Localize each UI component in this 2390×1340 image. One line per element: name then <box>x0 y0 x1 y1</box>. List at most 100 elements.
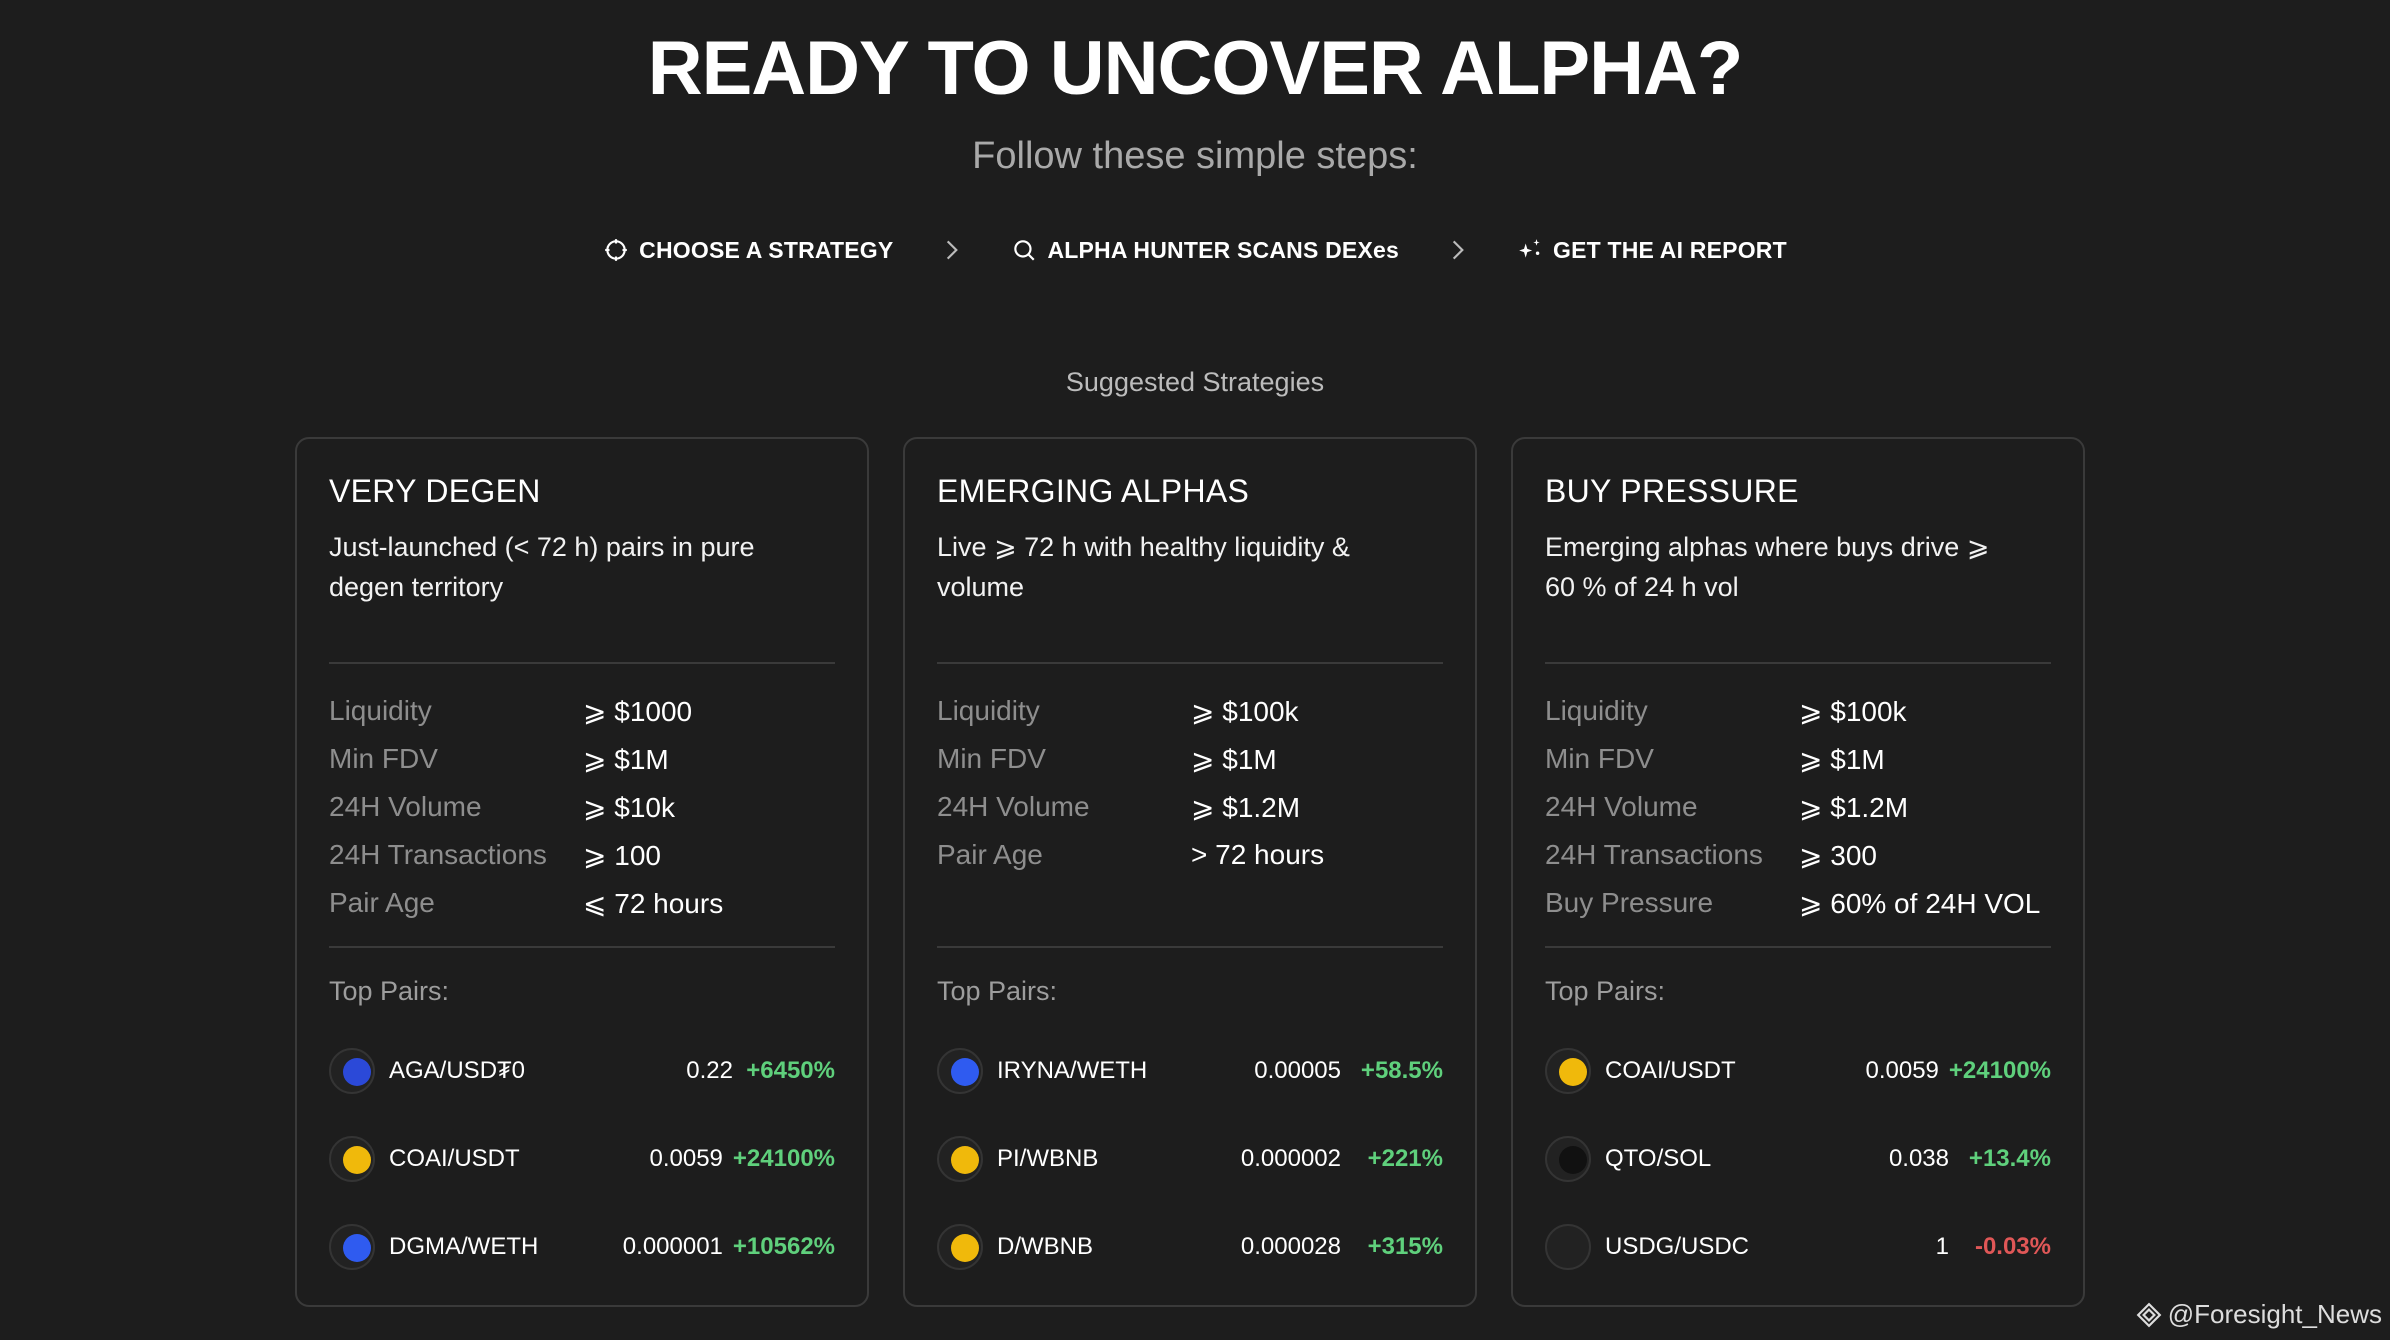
criteria-value: ⩾ $10k <box>583 791 675 823</box>
solana-token-icon <box>1558 1233 1587 1262</box>
pair-change: -0.03% <box>1974 1233 2051 1260</box>
criteria-row: 24H Transactions ⩾ 100 <box>329 831 835 879</box>
criteria-value: ⩾ $1M <box>1191 743 1277 775</box>
pair-price: 0.0059 <box>1865 1057 1939 1084</box>
criteria-row: 24H Volume ⩾ $10k <box>329 783 835 831</box>
criteria-row: 24H Volume ⩾ $1.2M <box>937 783 1443 831</box>
criteria-value: ⩾ $1.2M <box>1191 791 1301 823</box>
pair-change: +13.4% <box>1968 1145 2051 1172</box>
divider <box>937 946 1443 948</box>
pair-price: 0.000002 <box>1240 1145 1341 1172</box>
criteria-list: Liquidity ⩾ $1000 Min FDV ⩾ $1M 24H Volu… <box>329 687 835 927</box>
criteria-label: Liquidity <box>937 695 1040 726</box>
pair-name: DGMA/WETH <box>389 1233 539 1260</box>
criteria-value: ⩾ $1M <box>583 743 669 775</box>
pair-icon <box>937 1048 983 1094</box>
criteria-label: Min FDV <box>1545 743 1654 774</box>
strategy-cards: VERY DEGEN Just-launched (< 72 h) pairs i… <box>295 437 2086 1309</box>
pair-name: IRYNA/WETH <box>997 1057 1148 1084</box>
strategy-card-buy-pressure[interactable]: BUY PRESSURE Emerging alphas where buys d… <box>1511 437 2085 1307</box>
pair-row[interactable]: IRYNA/WETH 0.00005 +58.5% <box>937 1027 1443 1115</box>
card-title: EMERGING ALPHAS <box>937 473 1250 509</box>
criteria-row: Liquidity ⩾ $100k <box>937 687 1443 735</box>
pair-change: +315% <box>1367 1233 1443 1260</box>
pair-name: QTO/SOL <box>1605 1145 1712 1172</box>
card-description: Emerging alphas where buys drive ⩾ 60 % … <box>1545 532 1990 602</box>
pair-name: D/WBNB <box>997 1233 1093 1260</box>
pair-row[interactable]: USDG/USDC 1 -0.03% <box>1545 1203 2051 1291</box>
step-label: ALPHA HUNTER SCANS DEXes <box>1047 236 1399 263</box>
strategy-card-very-degen[interactable]: VERY DEGEN Just-launched (< 72 h) pairs i… <box>295 437 869 1307</box>
bnb-token-icon <box>342 1145 371 1174</box>
pair-row[interactable]: COAI/USDT 0.0059 +24100% <box>1545 1027 2051 1115</box>
top-pairs-label: Top Pairs: <box>1545 976 1666 1006</box>
pair-icon <box>1545 1048 1591 1094</box>
divider <box>329 662 835 664</box>
divider <box>1545 662 2051 664</box>
pair-icon <box>937 1224 983 1270</box>
chevron-right-icon <box>941 237 963 263</box>
search-icon <box>1014 240 1035 261</box>
criteria-value: ⩾ 300 <box>1799 839 1877 871</box>
base-token-icon <box>950 1057 979 1086</box>
page-title: READY TO UNCOVER ALPHA? <box>647 26 1744 111</box>
divider <box>329 946 835 948</box>
criteria-row: Pair Age ⩽ 72 hours <box>329 879 835 927</box>
pair-price: 0.00005 <box>1254 1057 1341 1084</box>
divider <box>1545 946 2051 948</box>
pair-name: COAI/USDT <box>1605 1057 1736 1084</box>
pair-row[interactable]: AGA/USD₮0 0.22 +6450% <box>329 1027 835 1115</box>
card-inner: EMERGING ALPHAS Live ⩾ 72 h with healthy … <box>937 439 1443 1305</box>
aga-token-icon <box>342 1057 371 1086</box>
strategy-card-emerging-alphas[interactable]: EMERGING ALPHAS Live ⩾ 72 h with healthy … <box>903 437 1477 1307</box>
criteria-row: 24H Transactions ⩾ 300 <box>1545 831 2051 879</box>
criteria-label: 24H Transactions <box>329 839 547 870</box>
criteria-row: Liquidity ⩾ $100k <box>1545 687 2051 735</box>
section-label: Suggested Strategies <box>1065 367 1325 397</box>
bnb-token-icon <box>950 1145 979 1174</box>
pair-change: +58.5% <box>1360 1057 1443 1084</box>
step-ai-report: GET THE AI REPORT <box>1517 237 1787 264</box>
card-inner: BUY PRESSURE Emerging alphas where buys d… <box>1545 439 2051 1305</box>
criteria-value: > 72 hours <box>1191 839 1325 870</box>
pair-change: +221% <box>1367 1145 1443 1172</box>
foresight-logo-icon <box>2136 1302 2162 1327</box>
criteria-label: Buy Pressure <box>1545 887 1714 918</box>
bnb-token-icon <box>950 1233 979 1262</box>
criteria-value: ⩾ 60% of 24H VOL <box>1799 887 2041 919</box>
card-title: BUY PRESSURE <box>1545 473 1799 509</box>
top-pairs-list: COAI/USDT 0.0059 +24100% QTO/SOL 0.038 +… <box>1545 1027 2051 1291</box>
pair-price: 0.000028 <box>1240 1233 1341 1260</box>
pair-row[interactable]: PI/WBNB 0.000002 +221% <box>937 1115 1443 1203</box>
criteria-label: 24H Volume <box>329 791 482 822</box>
criteria-row: Min FDV ⩾ $1M <box>329 735 835 783</box>
pair-name: USDG/USDC <box>1605 1233 1750 1260</box>
criteria-label: 24H Volume <box>937 791 1090 822</box>
pair-name: PI/WBNB <box>997 1145 1099 1172</box>
criteria-label: 24H Volume <box>1545 791 1698 822</box>
watermark: @Foresight_News <box>2136 1299 2382 1330</box>
watermark-text: @Foresight_News <box>2167 1299 2382 1329</box>
pair-row[interactable]: DGMA/WETH 0.000001 +10562% <box>329 1203 835 1291</box>
criteria-value: ⩾ 100 <box>583 839 661 871</box>
pair-row[interactable]: COAI/USDT 0.0059 +24100% <box>329 1115 835 1203</box>
pair-icon <box>329 1136 375 1182</box>
steps-bar: CHOOSE A STRATEGY ALPHA HUNTER SCANS DEX… <box>0 230 2390 270</box>
pair-row[interactable]: QTO/SOL 0.038 +13.4% <box>1545 1115 2051 1203</box>
pair-row[interactable]: D/WBNB 0.000028 +315% <box>937 1203 1443 1291</box>
top-pairs-label: Top Pairs: <box>937 976 1058 1006</box>
step-scan-dexes: ALPHA HUNTER SCANS DEXes <box>1011 237 1399 264</box>
pair-price: 0.000001 <box>622 1233 723 1260</box>
pair-change: +10562% <box>732 1233 835 1260</box>
criteria-row: 24H Volume ⩾ $1.2M <box>1545 783 2051 831</box>
pair-price: 0.038 <box>1888 1145 1949 1172</box>
pair-change: +6450% <box>746 1057 835 1084</box>
sparkle-icon <box>1519 239 1540 258</box>
page-subtitle: Follow these simple steps: <box>972 135 1418 177</box>
pair-name: COAI/USDT <box>389 1145 520 1172</box>
step-choose-strategy: CHOOSE A STRATEGY <box>603 237 893 264</box>
card-title: VERY DEGEN <box>329 473 541 509</box>
criteria-label: Liquidity <box>1545 695 1648 726</box>
chevron-right-icon <box>1447 237 1469 263</box>
qto-token-icon <box>1558 1145 1587 1174</box>
